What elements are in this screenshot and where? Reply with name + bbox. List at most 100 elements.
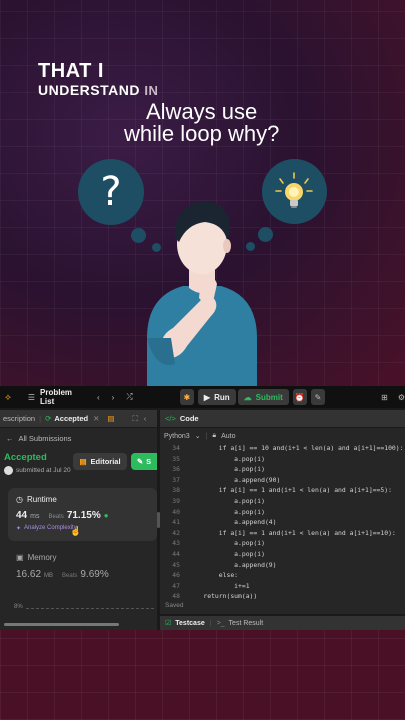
- tab-code[interactable]: Code: [180, 414, 199, 423]
- line-code: else:: [188, 571, 239, 580]
- code-line: 43 a.pop(i): [160, 538, 405, 549]
- editor-options-row: Python3 ⌄ | 🔒︎ Auto: [164, 432, 236, 440]
- memory-unit: MB: [44, 573, 54, 579]
- console-tab-strip: ☑ Testcase | >_ Test Result: [160, 616, 405, 630]
- code-area[interactable]: 34 if a[i] == 10 and(i+1 < len(a) and a[…: [160, 443, 405, 603]
- all-submissions-link[interactable]: ← All Submissions: [6, 434, 71, 443]
- memory-value-row: 16.62 MB Beats 9.69%: [16, 569, 109, 580]
- line-number: 35: [172, 454, 180, 463]
- auto-mode[interactable]: Auto: [221, 433, 235, 440]
- language-select[interactable]: Python3: [164, 433, 190, 440]
- line-number: 42: [172, 528, 180, 537]
- ide-toolbar: ⟡ ☰ Problem List ‹ › ⤮ ✱ ▶ Run ☁ Submit …: [0, 386, 405, 408]
- line-code: if a[i] == 1 and(i+1 < len(a) and a[i+1]…: [188, 528, 396, 537]
- close-tab-icon[interactable]: ✕: [93, 414, 99, 423]
- code-line: 46 else:: [160, 570, 405, 581]
- tab-testcase[interactable]: Testcase: [175, 620, 204, 627]
- accepted-tab-icon: ⟳: [45, 414, 52, 423]
- avatar[interactable]: [4, 466, 13, 475]
- line-code: if a[i] == 1 and(i+1 < len(a) and a[i+1]…: [188, 486, 392, 495]
- caption-line-1: THAT I: [38, 60, 104, 82]
- submit-label: Submit: [255, 392, 283, 402]
- line-number: 48: [172, 592, 180, 601]
- problem-list-icon[interactable]: ☰: [28, 393, 35, 402]
- timer-icon[interactable]: ⏰: [292, 389, 307, 405]
- expand-icon[interactable]: ⛶: [133, 414, 138, 424]
- bottom-background: [0, 630, 405, 720]
- thinking-person-illustration: [147, 201, 257, 390]
- problem-list-link[interactable]: Problem List: [40, 388, 83, 406]
- options-divider: |: [205, 432, 208, 440]
- line-code: a.pop(i): [188, 465, 265, 474]
- left-panel: escription | ⟳ Accepted ✕ ▤ ⛶ ‹ ← All Su…: [0, 410, 157, 630]
- edit-icon: ✎: [136, 457, 144, 466]
- memory-beats-value: 9.69%: [80, 569, 109, 580]
- memory-header: ▣ Memory: [16, 553, 56, 562]
- prev-problem-icon[interactable]: ‹: [97, 393, 100, 402]
- checkbox-icon: ☑: [165, 620, 172, 627]
- submit-button[interactable]: ☁ Submit: [237, 389, 289, 405]
- question-mark-icon: ?: [100, 169, 122, 215]
- code-line: 35 a.pop(i): [160, 454, 405, 465]
- line-number: 46: [172, 571, 180, 580]
- next-problem-icon[interactable]: ›: [112, 393, 115, 402]
- line-number: 36: [172, 465, 180, 474]
- shuffle-icon[interactable]: ⤮: [126, 392, 132, 402]
- submitter-row: submitted at Jul 20: [4, 466, 71, 475]
- code-line: 36 a.pop(i): [160, 464, 405, 475]
- analyze-complexity-link[interactable]: ✦ Analyze Complexity: [16, 525, 77, 532]
- run-button[interactable]: ▶ Run: [197, 389, 236, 405]
- terminal-icon: >_: [216, 619, 225, 627]
- lightbulb-icon: [275, 172, 313, 208]
- chevron-down-icon: ⌄: [194, 433, 201, 440]
- editorial-label: Editorial: [90, 457, 121, 466]
- left-tab-strip: escription | ⟳ Accepted ✕ ▤ ⛶ ‹: [0, 410, 157, 428]
- line-number: 47: [172, 581, 180, 590]
- line-number: 45: [172, 560, 180, 569]
- tab-test-result[interactable]: Test Result: [229, 620, 264, 627]
- line-code: a.pop(i): [188, 539, 265, 548]
- cloud-upload-icon: ☁: [243, 392, 252, 402]
- line-code: a.append(4): [188, 518, 277, 527]
- code-line: 42 if a[i] == 1 and(i+1 < len(a) and a[i…: [160, 528, 405, 539]
- memory-section[interactable]: ▣ Memory 16.62 MB Beats 9.69%: [8, 548, 157, 600]
- leetcode-logo-icon[interactable]: ⟡: [5, 392, 14, 402]
- line-code: a.pop(i): [188, 454, 265, 463]
- book-icon: ▤: [79, 457, 87, 466]
- caption-line-2-main: UNDERSTAND: [38, 82, 140, 98]
- code-line: 39 a.pop(i): [160, 496, 405, 507]
- notes-icon[interactable]: ✎: [310, 389, 326, 405]
- more-tabs-icon[interactable]: ▤: [107, 414, 114, 423]
- code-line: 38 if a[i] == 1 and(i+1 < len(a) and a[i…: [160, 485, 405, 496]
- runtime-card[interactable]: ◷ Runtime 44 ms Beats 71.15% ● ✦ Analyze…: [8, 488, 157, 541]
- horizontal-scrollbar[interactable]: [4, 623, 119, 626]
- collapse-icon[interactable]: ‹: [144, 414, 147, 423]
- line-number: 40: [172, 507, 180, 516]
- line-code: a.append(90): [188, 475, 281, 484]
- tab-description[interactable]: escription: [3, 414, 35, 423]
- leetcode-ide: ⟡ ☰ Problem List ‹ › ⤮ ✱ ▶ Run ☁ Submit …: [0, 386, 405, 630]
- run-label: Run: [214, 392, 230, 402]
- line-number: 34: [172, 444, 180, 452]
- solution-label: S: [146, 457, 152, 466]
- distribution-chart-pct: 8%: [14, 604, 23, 610]
- saved-status: Saved: [165, 602, 184, 609]
- tab-accepted[interactable]: Accepted: [54, 414, 88, 423]
- line-number: 41: [172, 518, 180, 527]
- layout-icon[interactable]: ⊞: [381, 393, 388, 402]
- clock-icon: ◷: [16, 495, 23, 504]
- runtime-header: ◷ Runtime: [16, 495, 57, 504]
- code-line: 45 a.append(9): [160, 560, 405, 571]
- line-code: a.append(9): [188, 560, 277, 569]
- tab-divider: |: [39, 414, 42, 423]
- solution-button[interactable]: ✎ S: [131, 453, 157, 470]
- runtime-unit: ms: [30, 513, 40, 520]
- code-icon: </>: [165, 414, 176, 423]
- code-line: 41 a.append(4): [160, 517, 405, 528]
- caption-line-4: while loop why?: [124, 121, 280, 146]
- debug-icon[interactable]: ✱: [179, 389, 194, 405]
- tab-divider-2: |: [209, 619, 212, 627]
- code-line: 44 a.pop(i): [160, 549, 405, 560]
- editorial-button[interactable]: ▤ Editorial: [73, 453, 127, 470]
- settings-icon[interactable]: ⚙: [398, 393, 405, 402]
